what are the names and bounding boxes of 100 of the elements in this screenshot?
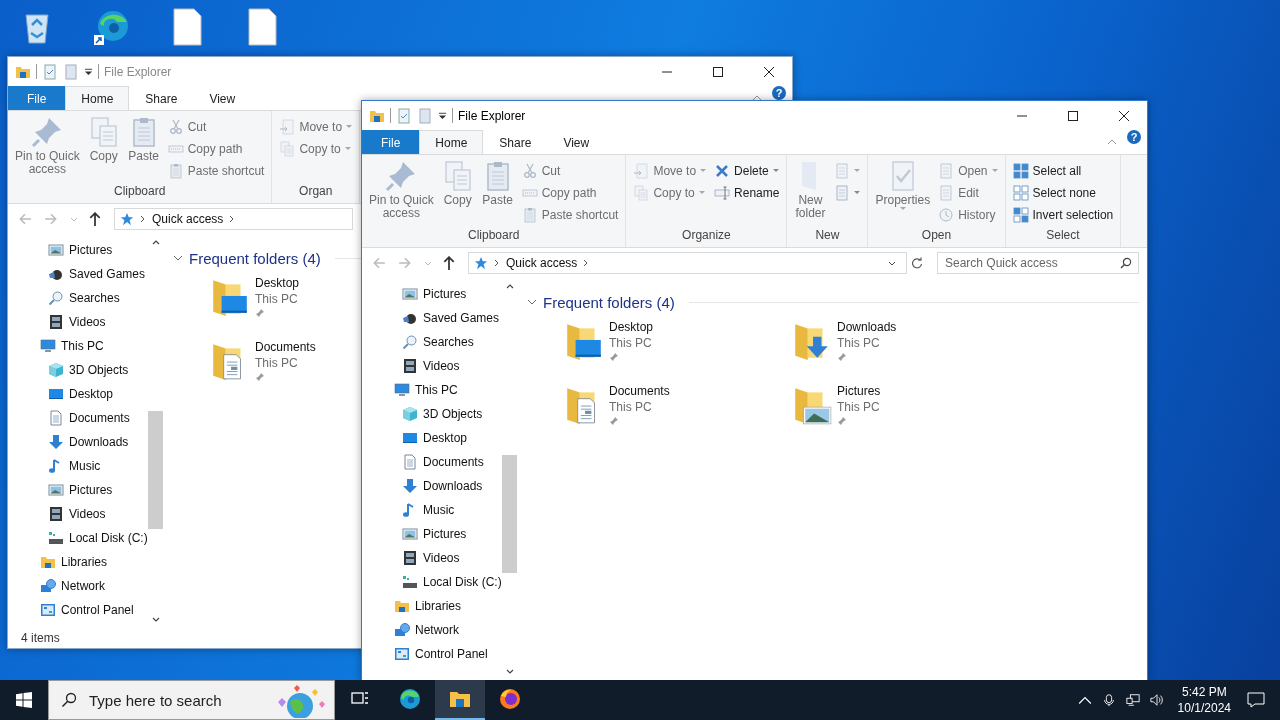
- network-icon: [394, 622, 410, 638]
- pushpin-icon: [31, 116, 64, 148]
- nav-item[interactable]: Local Disk (C:): [362, 570, 502, 594]
- film-icon: [48, 314, 64, 330]
- speaker-icon[interactable]: [1149, 693, 1164, 707]
- pushpin-icon: [385, 160, 418, 192]
- search-icon[interactable]: [1120, 257, 1132, 269]
- ribbon-button[interactable]: Invert selection: [1009, 204, 1117, 226]
- search-input[interactable]: Search Quick access: [938, 255, 1120, 271]
- nav-item[interactable]: 3D Objects: [362, 402, 502, 426]
- customize-caret-icon[interactable]: [438, 111, 447, 120]
- fox-browser-icon: [498, 687, 522, 711]
- help-button[interactable]: ?: [1127, 130, 1141, 144]
- drive-icon: [402, 574, 418, 590]
- ribbon-tab[interactable]: View: [547, 130, 606, 154]
- group-label: Organize: [682, 227, 731, 244]
- clock-time[interactable]: 5:42 PM: [1181, 684, 1227, 700]
- maximize-icon: [713, 66, 723, 77]
- nav-item[interactable]: Saved Games: [362, 306, 502, 330]
- monitor-icon: [40, 338, 56, 354]
- control-panel-icon: [40, 602, 56, 618]
- pages-icon: [633, 185, 650, 201]
- network-icon[interactable]: [1125, 693, 1140, 707]
- pin-icon: [609, 352, 619, 362]
- ribbon-button[interactable]: Rename: [711, 182, 783, 204]
- window-title: File Explorer: [458, 108, 526, 123]
- nav-item[interactable]: Videos: [362, 546, 502, 570]
- window-title: File Explorer: [104, 64, 172, 79]
- nav-item[interactable]: Network: [362, 618, 502, 642]
- nav-item[interactable]: Libraries: [362, 594, 502, 618]
- clipboard-icon: [521, 207, 538, 223]
- folder-icon: [394, 598, 410, 614]
- screen-icon: [402, 430, 418, 446]
- search-box[interactable]: Search Quick access: [937, 252, 1139, 274]
- folder-tile[interactable]: Pictures This PC: [791, 384, 887, 438]
- clock-date[interactable]: 10/1/2024: [1177, 700, 1231, 716]
- grid-icon: [1012, 207, 1029, 223]
- nav-item[interactable]: Music: [362, 498, 502, 522]
- landscape-icon: [48, 242, 64, 258]
- history-icon: [938, 207, 955, 223]
- pages-icon: [279, 141, 296, 157]
- ribbon-button[interactable]: Delete: [711, 160, 783, 182]
- folder-tile[interactable]: Downloads This PC: [791, 320, 903, 374]
- ribbon-tab[interactable]: File: [362, 130, 420, 154]
- pin-icon: [837, 352, 847, 362]
- folder-tile[interactable]: Documents This PC: [563, 384, 676, 438]
- control-panel-icon: [394, 646, 410, 662]
- pin-icon: [255, 308, 265, 318]
- delete-icon: [714, 163, 731, 179]
- address-bar[interactable]: Quick access: [468, 252, 907, 274]
- film-icon: [402, 358, 418, 374]
- nav-item[interactable]: Downloads: [362, 474, 502, 498]
- search-icon: [61, 692, 77, 708]
- refresh-icon[interactable]: [911, 257, 923, 269]
- search-icon: [402, 334, 418, 350]
- folder-icon: [40, 554, 56, 570]
- taskbar-app[interactable]: [435, 680, 485, 720]
- nav-item[interactable]: Documents: [362, 450, 502, 474]
- drive-icon: [48, 530, 64, 546]
- search-icon: [48, 290, 64, 306]
- film-icon: [402, 550, 418, 566]
- nav-item[interactable]: Searches: [362, 330, 502, 354]
- notification-icon[interactable]: [1247, 692, 1265, 708]
- ribbon-tab[interactable]: Share: [483, 130, 548, 154]
- nav-item[interactable]: Pictures: [362, 282, 502, 306]
- pin-icon: [837, 416, 847, 426]
- taskbar-search-bar[interactable]: Type here to search: [48, 680, 335, 720]
- scroll-up-icon[interactable]: [505, 284, 514, 289]
- ribbon-button[interactable]: Select all: [1009, 160, 1117, 182]
- collapse-chevron-icon[interactable]: [527, 299, 537, 305]
- scissors-icon: [521, 163, 538, 179]
- up-arrow-icon[interactable]: [442, 256, 456, 270]
- microphone-icon[interactable]: [1101, 693, 1116, 707]
- group-label: Clipboard: [468, 227, 520, 244]
- nav-item[interactable]: Control Panel: [362, 642, 502, 666]
- document-icon: [402, 454, 418, 470]
- down-arrow-icon: [48, 434, 64, 450]
- ribbon-tab[interactable]: Home: [419, 130, 484, 154]
- folder-tile[interactable]: Desktop This PC: [563, 320, 660, 374]
- properties-icon[interactable]: [396, 107, 412, 124]
- browser-icon: [398, 687, 422, 711]
- nav-item[interactable]: Desktop: [362, 426, 502, 450]
- status-text: 4 items: [21, 631, 60, 645]
- section-heading: Frequent folders (4): [543, 293, 675, 311]
- scissors-icon: [167, 119, 184, 135]
- search-input[interactable]: Type here to search: [87, 690, 264, 710]
- ribbon-button[interactable]: Select none: [1009, 182, 1117, 204]
- nav-item[interactable]: This PC: [362, 378, 502, 402]
- nav-item[interactable]: Pictures: [362, 522, 502, 546]
- edit-icon: [938, 185, 955, 201]
- collapse-caret-icon[interactable]: [1107, 139, 1117, 145]
- nav-item[interactable]: Videos: [362, 354, 502, 378]
- film-icon: [48, 506, 64, 522]
- group-label: Clipboard: [114, 183, 166, 200]
- cube-icon: [48, 362, 64, 378]
- pin-icon: [609, 416, 619, 426]
- scroll-down-icon[interactable]: [505, 669, 514, 674]
- open-icon: [938, 163, 955, 179]
- landscape-icon: [48, 482, 64, 498]
- group-label: Organ: [299, 183, 333, 200]
